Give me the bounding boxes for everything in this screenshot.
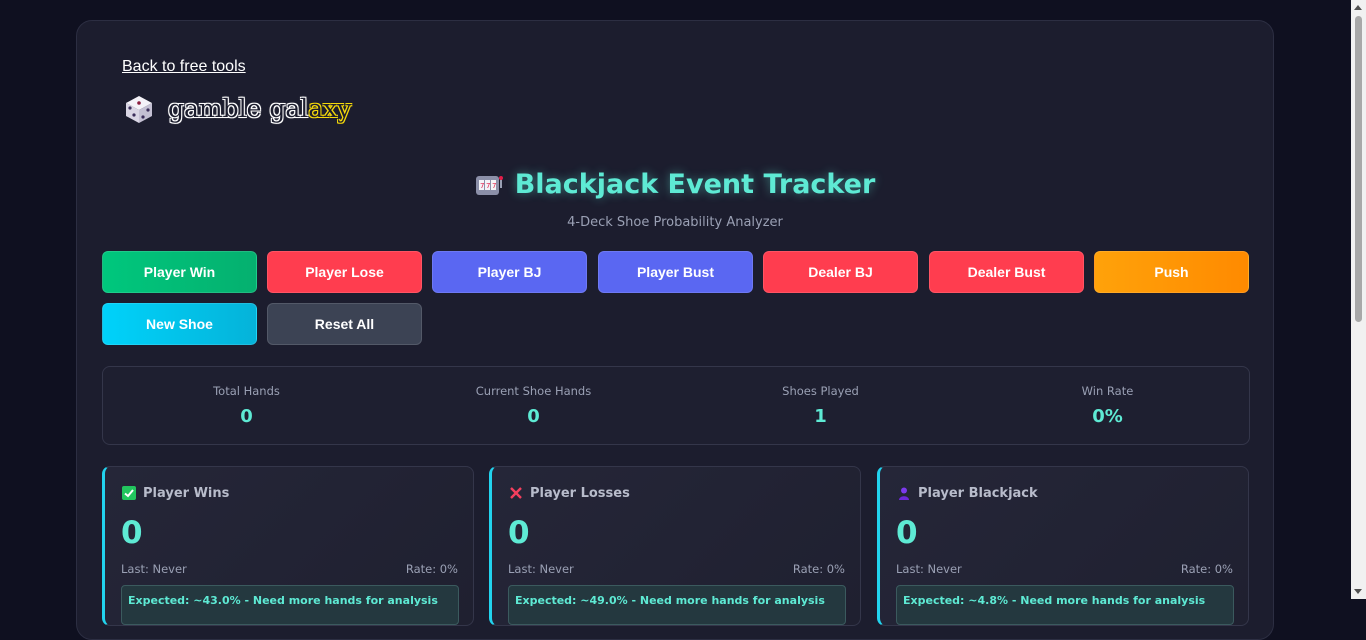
event-card-player-losses: Player Losses 0 Last: Never Rate: 0% Exp… <box>489 466 861 626</box>
player-win-button[interactable]: Player Win <box>102 251 257 293</box>
event-rate: Rate: 0% <box>1180 562 1233 576</box>
main-card: Back to free tools gamble galaxy 7 7 7 B… <box>76 20 1274 640</box>
stat-label: Win Rate <box>1081 384 1134 398</box>
event-card-title: Player Losses <box>530 485 630 501</box>
logo-text: gamble galaxy <box>168 93 352 123</box>
cross-icon <box>508 485 524 501</box>
page-title: Blackjack Event Tracker <box>514 169 876 200</box>
event-card-player-blackjack: Player Blackjack 0 Last: Never Rate: 0% … <box>877 466 1249 626</box>
player-bust-button[interactable]: Player Bust <box>598 251 753 293</box>
event-count: 0 <box>508 515 530 551</box>
dealer-bust-button[interactable]: Dealer Bust <box>929 251 1084 293</box>
person-icon <box>896 485 912 501</box>
event-card-header: Player Blackjack <box>896 485 1038 501</box>
event-card-title: Player Wins <box>143 485 230 501</box>
new-shoe-button[interactable]: New Shoe <box>102 303 257 345</box>
event-count: 0 <box>896 515 918 551</box>
player-lose-button[interactable]: Player Lose <box>267 251 422 293</box>
stat-shoes-played: Shoes Played 1 <box>677 367 964 427</box>
page-subtitle: 4-Deck Shoe Probability Analyzer <box>567 215 783 230</box>
dice-icon <box>126 96 152 123</box>
event-last: Last: Never <box>508 562 574 576</box>
event-expected: Expected: ~4.8% - Need more hands for an… <box>896 585 1234 625</box>
svg-text:7: 7 <box>480 182 484 190</box>
push-button[interactable]: Push <box>1094 251 1249 293</box>
scroll-up-arrow-icon[interactable] <box>1354 5 1362 10</box>
logo[interactable]: gamble galaxy <box>122 88 351 128</box>
svg-text:7: 7 <box>492 182 496 190</box>
slot-machine-icon: 7 7 7 <box>475 175 503 195</box>
stat-value: 0 <box>240 406 253 427</box>
stats-panel: Total Hands 0 Current Shoe Hands 0 Shoes… <box>102 366 1250 445</box>
check-icon <box>121 485 137 501</box>
event-card-header: Player Wins <box>121 485 229 501</box>
event-expected: Expected: ~43.0% - Need more hands for a… <box>121 585 459 625</box>
stat-label: Shoes Played <box>782 384 859 398</box>
event-card-title: Player Blackjack <box>918 485 1038 501</box>
stat-label: Current Shoe Hands <box>475 384 592 398</box>
stat-total-hands: Total Hands 0 <box>103 367 390 427</box>
svg-text:7: 7 <box>486 182 490 190</box>
title-row: 7 7 7 Blackjack Event Tracker <box>77 169 1273 200</box>
page-scrollbar[interactable] <box>1351 0 1366 599</box>
stat-label: Total Hands <box>213 384 280 398</box>
event-card-player-wins: Player Wins 0 Last: Never Rate: 0% Expec… <box>102 466 474 626</box>
stat-win-rate: Win Rate 0% <box>964 367 1251 427</box>
dealer-bj-button[interactable]: Dealer BJ <box>763 251 918 293</box>
scroll-thumb[interactable] <box>1355 16 1362 322</box>
reset-all-button[interactable]: Reset All <box>267 303 422 345</box>
event-last: Last: Never <box>121 562 187 576</box>
event-rate: Rate: 0% <box>792 562 845 576</box>
stat-value: 0% <box>1092 406 1123 427</box>
scroll-down-arrow-icon[interactable] <box>1354 589 1362 594</box>
event-count: 0 <box>121 515 143 551</box>
event-rate: Rate: 0% <box>405 562 458 576</box>
event-expected: Expected: ~49.0% - Need more hands for a… <box>508 585 846 625</box>
event-card-header: Player Losses <box>508 485 630 501</box>
stat-value: 0 <box>527 406 540 427</box>
stat-value: 1 <box>814 406 827 427</box>
event-last: Last: Never <box>896 562 962 576</box>
back-to-free-tools-link[interactable]: Back to free tools <box>122 58 246 76</box>
stat-current-shoe-hands: Current Shoe Hands 0 <box>390 367 677 427</box>
player-bj-button[interactable]: Player BJ <box>432 251 587 293</box>
